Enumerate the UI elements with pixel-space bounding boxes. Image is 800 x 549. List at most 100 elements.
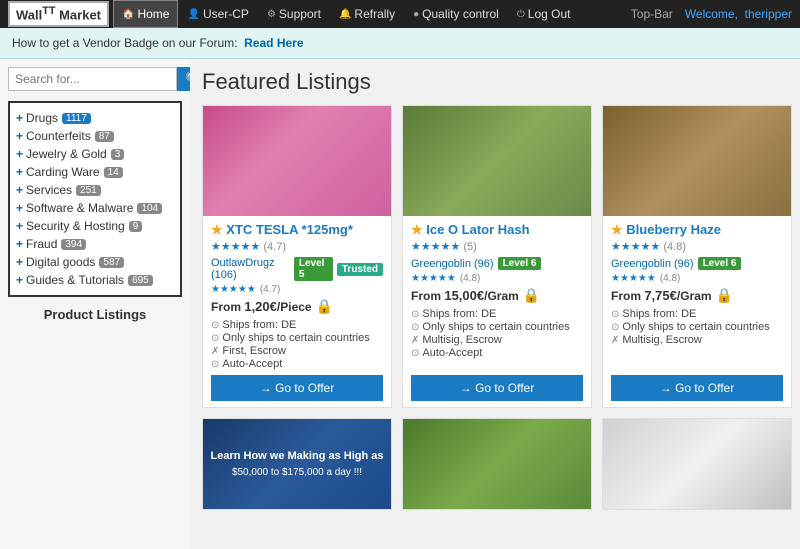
seller-row-1: OutlawDrugz (106) Level 5 Trusted	[211, 257, 383, 281]
nav-item-support[interactable]: ⚙Support	[258, 0, 330, 28]
ad-sub-4: $50,000 to $175,000 a day !!!	[211, 466, 384, 479]
nav-item-log-out[interactable]: ⏻Log Out	[508, 0, 580, 28]
nav-label-quality-control: Quality control	[422, 7, 499, 21]
category-item-security--hosting[interactable]: +Security & Hosting9	[16, 217, 174, 235]
listing-image-2	[403, 106, 591, 216]
price-row-2: From 15,00€/Gram 🔒	[411, 287, 583, 304]
escrow1-detail: ✗ Multisig, Escrow	[411, 334, 583, 346]
search-bar-area: 🔍	[8, 67, 182, 91]
globe-icon: ⊙	[211, 333, 219, 344]
support-icon: ⚙	[267, 9, 276, 20]
listing-bottom-image-5	[403, 419, 591, 509]
username: theripper	[745, 7, 792, 21]
main-content: Featured Listings ★ XTC TESLA *125mg* ★★…	[190, 59, 800, 549]
seller-rating-1: (4.7)	[260, 284, 281, 295]
escrow-icon-1: 🔒	[316, 298, 333, 315]
cat-badge: 87	[95, 131, 114, 142]
listing-rating-1: ★★★★★ (4.7)	[211, 240, 383, 253]
escrow2-detail: ⊙ Auto-Accept	[211, 358, 383, 370]
level-badge-3: Level 6	[698, 257, 742, 270]
check-escrow-icon: ✗	[211, 346, 219, 357]
price-row-3: From 7,75€/Gram 🔒	[611, 287, 783, 304]
cat-badge: 695	[128, 275, 153, 286]
go-to-offer-btn-3[interactable]: → Go to Offer	[611, 375, 783, 401]
seller-row-2: Greengoblin (96) Level 6	[411, 257, 583, 270]
category-item-software--malware[interactable]: +Software & Malware104	[16, 199, 174, 217]
logo-sup: TT	[42, 5, 55, 17]
nav-item-quality-control[interactable]: ●Quality control	[404, 0, 508, 28]
go-to-offer-btn-1[interactable]: → Go to Offer	[211, 375, 383, 401]
listing-bottom-image-6	[603, 419, 791, 509]
ships-from-detail: ⊙ Ships from: DE	[211, 319, 383, 331]
search-input[interactable]	[8, 67, 177, 91]
cat-label: Software & Malware	[26, 201, 133, 215]
escrow2-detail: ⊙ Auto-Accept	[411, 347, 583, 359]
listing-ad-image-4: Learn How we Making as High as $50,000 t…	[203, 419, 391, 509]
escrow1-detail: ✗ First, Escrow	[211, 345, 383, 357]
listing-title-3: ★ Blueberry Haze	[611, 222, 783, 238]
cat-plus-icon: +	[16, 255, 23, 269]
sidebar-product-listings-title: Product Listings	[8, 307, 182, 322]
ships-to-detail: ⊙ Only ships to certain countries	[411, 321, 583, 333]
cat-label: Security & Hosting	[26, 219, 125, 233]
home-icon: 🏠	[122, 9, 134, 20]
globe-icon: ⊙	[411, 322, 419, 333]
listing-details-1: ⊙ Ships from: DE ⊙ Only ships to certain…	[211, 319, 383, 371]
topbar: WallTT Market 🏠Home👤User-CP⚙Support🔔Refr…	[0, 0, 800, 28]
star-icon: ★	[211, 222, 223, 237]
listing-body-2: ★ Ice O Lator Hash ★★★★★ (5) Greengoblin…	[403, 216, 591, 407]
category-item-drugs[interactable]: +Drugs1117	[16, 109, 174, 127]
topbar-label: Top-Bar	[631, 7, 673, 21]
ship-icon: ⊙	[411, 309, 419, 320]
cat-label: Drugs	[26, 111, 58, 125]
seller-name-3[interactable]: Greengoblin (96)	[611, 258, 694, 270]
refrally-icon: 🔔	[339, 9, 351, 20]
escrow-icon-2: 🔒	[523, 287, 540, 304]
featured-listings-title: Featured Listings	[202, 69, 792, 95]
check-escrow-icon: ✗	[411, 335, 419, 346]
category-item-carding-ware[interactable]: +Carding Ware14	[16, 163, 174, 181]
cat-badge: 14	[104, 167, 123, 178]
check-icon: ⊙	[211, 359, 219, 370]
nav-label-log-out: Log Out	[528, 7, 571, 21]
nav-item-home[interactable]: 🏠Home	[113, 0, 178, 28]
category-item-guides--tutorials[interactable]: +Guides & Tutorials695	[16, 271, 174, 289]
listing-card-bottom-6	[602, 418, 792, 510]
user-cp-icon: 👤	[187, 9, 199, 20]
nav-item-user-cp[interactable]: 👤User-CP	[178, 0, 257, 28]
cat-label: Jewelry & Gold	[26, 147, 107, 161]
listings-row-bottom: Learn How we Making as High as $50,000 t…	[202, 418, 792, 510]
listing-card-2: ★ Ice O Lator Hash ★★★★★ (5) Greengoblin…	[402, 105, 592, 408]
nav-label-support: Support	[279, 7, 321, 21]
listing-rating-3: ★★★★★ (4.8)	[611, 240, 783, 253]
seller-stars-icon-3: ★★★★★	[611, 273, 656, 284]
ship-icon: ⊙	[211, 320, 219, 331]
cat-label: Services	[26, 183, 72, 197]
check-escrow-icon: ✗	[611, 335, 619, 346]
seller-rating-3: (4.8)	[660, 273, 681, 284]
seller-stars-row-3: ★★★★★ (4.8)	[611, 273, 783, 284]
category-item-services[interactable]: +Services251	[16, 181, 174, 199]
check-icon: ⊙	[411, 348, 419, 359]
nav-item-refrally[interactable]: 🔔Refrally	[330, 0, 404, 28]
cat-badge: 394	[61, 239, 86, 250]
level-badge-2: Level 6	[498, 257, 542, 270]
seller-name-2[interactable]: Greengoblin (96)	[411, 258, 494, 270]
logo[interactable]: WallTT Market	[8, 1, 109, 26]
main-layout: 🔍 +Drugs1117+Counterfeits87+Jewelry & Go…	[0, 59, 800, 549]
ships-to-detail: ⊙ Only ships to certain countries	[611, 321, 783, 333]
cat-plus-icon: +	[16, 201, 23, 215]
go-to-offer-btn-2[interactable]: → Go to Offer	[411, 375, 583, 401]
category-item-jewelry--gold[interactable]: +Jewelry & Gold3	[16, 145, 174, 163]
category-item-fraud[interactable]: +Fraud394	[16, 235, 174, 253]
escrow-icon-3: 🔒	[716, 287, 733, 304]
seller-name-1[interactable]: OutlawDrugz (106)	[211, 257, 290, 281]
log-out-icon: ⏻	[517, 9, 525, 20]
category-item-digital-goods[interactable]: +Digital goods587	[16, 253, 174, 271]
welcome-label: Welcome,	[685, 7, 738, 21]
cat-label: Digital goods	[26, 255, 95, 269]
listing-body-1: ★ XTC TESLA *125mg* ★★★★★ (4.7) OutlawDr…	[203, 216, 391, 407]
infobar-link[interactable]: Read Here	[244, 36, 303, 50]
seller-stars-row-1: ★★★★★ (4.7)	[211, 284, 383, 295]
category-item-counterfeits[interactable]: +Counterfeits87	[16, 127, 174, 145]
